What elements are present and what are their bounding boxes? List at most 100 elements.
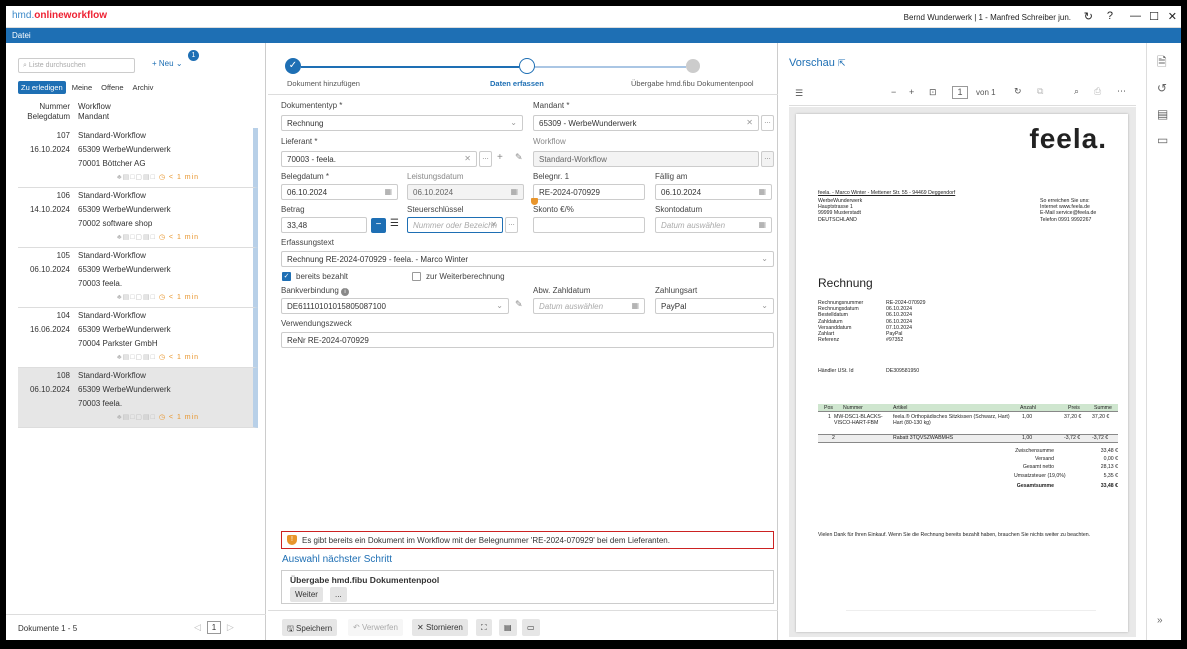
row1-preis: 37,20 € <box>1064 414 1082 420</box>
comment-icon[interactable]: ▭ <box>522 619 540 636</box>
edit-pencil-icon[interactable]: ✎ <box>515 152 523 163</box>
bank-value: DE61110101015805087100 <box>287 302 386 311</box>
chevron-down-icon: ⌄ <box>510 118 517 127</box>
discard-button[interactable]: ↶ Verwerfen <box>348 619 403 636</box>
clear-icon[interactable]: ✕ <box>490 220 497 229</box>
bank-select[interactable]: DE61110101015805087100 ⌄ <box>281 298 509 314</box>
document-count: Dokumente 1 - 5 <box>18 624 78 633</box>
bezahlt-label: bereits bezahlt <box>296 272 349 281</box>
clock-icon: ◷ <box>158 174 166 181</box>
sidebar-toggle-icon[interactable]: ☰ <box>795 88 803 99</box>
lieferant-more-button[interactable]: … <box>479 151 492 167</box>
title-bar: hmd.onlineworkflow Bernd Wunderwerk | 1 … <box>6 6 1181 28</box>
weiterberechnung-checkbox[interactable] <box>412 272 421 281</box>
minus-toggle-button[interactable]: − <box>371 218 386 233</box>
rotate-icon[interactable]: ↻ <box>1014 86 1022 97</box>
pdf-viewport[interactable]: feela. feela. - Marco Winter - Mettener … <box>789 107 1136 637</box>
cancel-button[interactable]: ✕ Stornieren <box>412 619 468 636</box>
maximize-icon[interactable]: ☐ <box>1149 10 1159 23</box>
prev-page-icon[interactable]: ◁ <box>194 622 201 632</box>
clear-icon[interactable]: ✕ <box>746 118 753 127</box>
add-icon[interactable]: + <box>497 152 503 163</box>
list-item[interactable]: 105 06.10.2024 Standard-Workflow 65309 W… <box>18 248 258 308</box>
document-preview-icon[interactable]: 🗎 <box>1157 53 1167 74</box>
more-button[interactable]: ... <box>330 587 347 602</box>
edit-pencil-icon[interactable]: ✎ <box>515 299 523 310</box>
search-icon[interactable]: ⌕ <box>1074 86 1079 97</box>
skontodatum-input[interactable]: Datum auswählen ▦ <box>655 217 772 233</box>
list-item[interactable]: 106 14.10.2024 Standard-Workflow 65309 W… <box>18 188 258 248</box>
zahlungsart-select[interactable]: PayPal ⌄ <box>655 298 774 314</box>
ust-key: Händler USt. Id <box>818 368 854 374</box>
search-input[interactable]: ⌕ Liste durchsuchen <box>18 58 135 73</box>
print-icon[interactable]: ⎙ <box>1094 86 1101 97</box>
list-icon[interactable]: ☰ <box>390 218 399 229</box>
lieferant-select[interactable]: 70003 - feela. ✕ <box>281 151 477 167</box>
new-button[interactable]: + Neu ⌄ <box>152 59 183 68</box>
collapse-chevrons-icon[interactable]: » <box>1157 615 1163 626</box>
bezahlt-checkbox[interactable]: ✓ <box>282 272 291 281</box>
tab-archiv[interactable]: Archiv <box>130 81 157 94</box>
user-info[interactable]: Bernd Wunderwerk | 1 - Manfred Schreiber… <box>904 13 1071 22</box>
search-placeholder: Liste durchsuchen <box>28 62 86 69</box>
zweck-input[interactable]: ReNr RE-2024-070929 <box>281 332 774 348</box>
faellig-input[interactable]: 06.10.2024 ▦ <box>655 184 772 200</box>
save-button[interactable]: 🖫 Speichern <box>282 619 338 636</box>
history-icon[interactable]: ↺ <box>1157 81 1167 95</box>
tab-meine[interactable]: Meine <box>69 81 95 94</box>
open-external-icon[interactable]: ⇱ <box>838 58 846 68</box>
doctype-select[interactable]: Rechnung ⌄ <box>281 115 523 131</box>
scan-icon[interactable]: ⛶ <box>476 619 492 636</box>
list-item[interactable]: 104 16.06.2024 Standard-Workflow 65309 W… <box>18 308 258 368</box>
item-workflow: Standard-Workflow <box>78 371 146 380</box>
notes-icon[interactable]: ▤ <box>1157 107 1168 121</box>
calendar-icon[interactable]: ▦ <box>384 187 392 196</box>
help-icon[interactable]: ? <box>1107 10 1113 22</box>
contact-block: So erreichen Sie uns: Internet www.feela… <box>1040 198 1096 223</box>
tab-offene[interactable]: Offene <box>98 81 126 94</box>
skonto-input[interactable] <box>533 217 645 233</box>
note-icon[interactable]: ▤ <box>499 619 517 636</box>
step-line <box>301 66 519 68</box>
calendar-icon[interactable]: ▦ <box>758 220 766 229</box>
clear-icon[interactable]: ✕ <box>464 154 471 163</box>
col-nummer[interactable]: Nummer <box>18 102 70 111</box>
close-icon[interactable]: ✕ <box>1168 10 1177 23</box>
list-item-selected[interactable]: 108 06.10.2024 Standard-Workflow 65309 W… <box>18 368 258 428</box>
calendar-icon[interactable]: ▦ <box>631 301 639 310</box>
refresh-icon[interactable]: ↻ <box>1084 10 1093 23</box>
fit-page-icon[interactable]: ⊡ <box>929 87 937 98</box>
page-input[interactable]: 1 <box>206 621 221 634</box>
tab-zu-erledigen[interactable]: Zu erledigen <box>18 81 66 94</box>
zoom-out-icon[interactable]: − <box>891 87 896 97</box>
col-belegdatum[interactable]: Belegdatum <box>18 112 70 121</box>
mandant-select[interactable]: 65309 - WerbeWunderwerk ✕ <box>533 115 759 131</box>
workflow-select[interactable]: Standard-Workflow <box>533 151 759 167</box>
zoom-in-icon[interactable]: + <box>909 87 914 97</box>
copy-icon[interactable]: ⧉ <box>1037 86 1043 97</box>
weiter-button[interactable]: Weiter <box>290 587 323 602</box>
workflow-more-button[interactable]: … <box>761 151 774 167</box>
erfassung-select[interactable]: Rechnung RE-2024-070929 - feela. - Marco… <box>281 251 774 267</box>
calendar-icon[interactable]: ▦ <box>758 187 766 196</box>
steuer-input[interactable]: Nummer oder Bezeichn ✕ <box>407 217 503 233</box>
next-page-icon[interactable]: ▷ <box>227 622 234 632</box>
comments-icon[interactable]: ▭ <box>1157 133 1168 147</box>
minimize-icon[interactable]: — <box>1130 10 1141 22</box>
abw-zahldatum-input[interactable]: Datum auswählen ▦ <box>533 298 645 314</box>
menu-file[interactable]: Datei <box>12 31 31 40</box>
mandant-more-button[interactable]: … <box>761 115 774 131</box>
leistungsdatum-input[interactable]: 06.10.2024 ▦ <box>407 184 524 200</box>
steuer-more-button[interactable]: … <box>505 217 518 233</box>
belegdatum-input[interactable]: 06.10.2024 ▦ <box>281 184 398 200</box>
col-mandant[interactable]: Mandant <box>78 112 109 121</box>
page-number-input[interactable]: 1 <box>952 86 968 99</box>
belegnr-input[interactable]: RE-2024-070929 <box>533 184 645 200</box>
calendar-icon[interactable]: ▦ <box>510 187 518 196</box>
list-item[interactable]: 107 16.10.2024 Standard-Workflow 65309 W… <box>18 128 258 188</box>
more-options-icon[interactable]: ⋯ <box>1117 86 1126 97</box>
info-icon[interactable]: i <box>341 288 350 296</box>
betrag-input[interactable]: 33,48 <box>281 217 367 233</box>
col-workflow[interactable]: Workflow <box>78 102 111 111</box>
menu-bar: Datei <box>6 28 1181 43</box>
